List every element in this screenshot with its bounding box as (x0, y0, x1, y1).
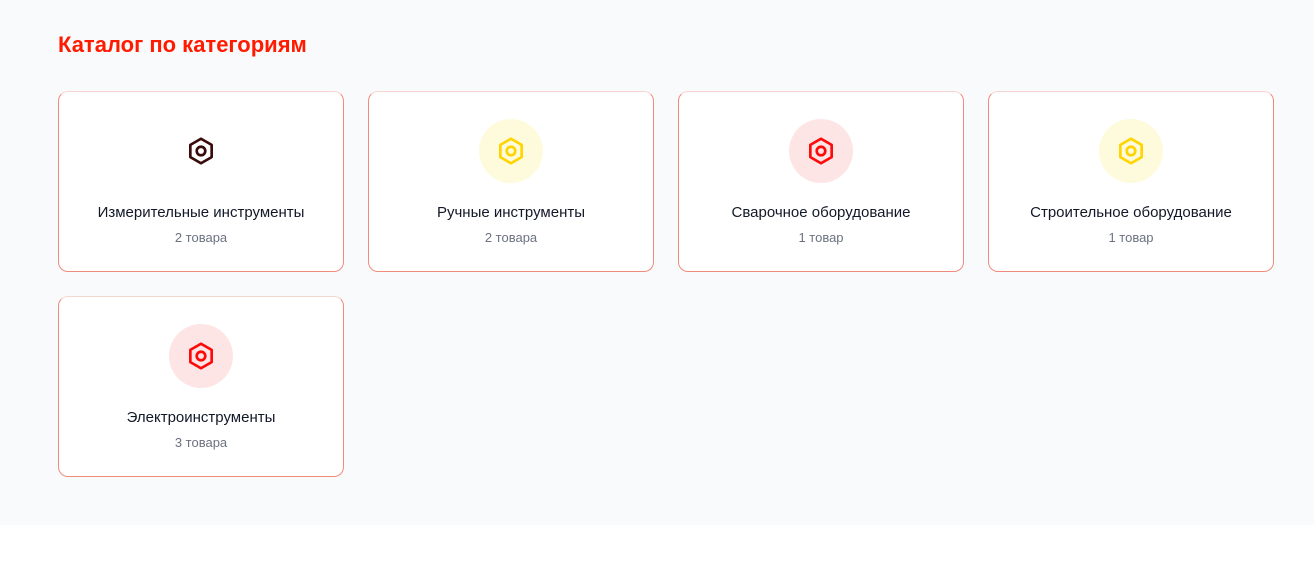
catalog-section: Каталог по категориям Измерительные инст… (0, 0, 1314, 525)
category-grid: Измерительные инструменты 2 товара Ручны… (58, 91, 1274, 477)
category-icon-badge (169, 119, 233, 183)
hex-nut-icon (499, 137, 523, 165)
category-name: Строительное оборудование (1030, 204, 1232, 221)
category-count: 1 товар (798, 230, 844, 245)
category-count: 2 товара (174, 230, 228, 245)
category-icon-badge (169, 324, 233, 388)
category-card-power-tools[interactable]: Электроинструменты 3 товара (58, 296, 344, 477)
category-card-hand-tools[interactable]: Ручные инструменты 2 товара (368, 91, 654, 272)
category-count: 2 товара (484, 230, 538, 245)
category-name: Ручные инструменты (436, 204, 586, 221)
category-icon-badge (789, 119, 853, 183)
hex-nut-icon (189, 137, 213, 165)
section-title: Каталог по категориям (58, 32, 307, 57)
category-card-measuring-tools[interactable]: Измерительные инструменты 2 товара (58, 91, 344, 272)
category-card-welding-equipment[interactable]: Сварочное оборудование 1 товар (678, 91, 964, 272)
hex-nut-icon (189, 342, 213, 370)
hex-nut-icon (1119, 137, 1143, 165)
category-name: Электроинструменты (126, 409, 276, 426)
category-icon-badge (479, 119, 543, 183)
category-name: Измерительные инструменты (97, 204, 305, 221)
category-icon-badge (1099, 119, 1163, 183)
category-count: 3 товара (174, 435, 228, 450)
category-card-construction-equipment[interactable]: Строительное оборудование 1 товар (988, 91, 1274, 272)
hex-nut-icon (809, 137, 833, 165)
category-name: Сварочное оборудование (731, 204, 911, 221)
category-count: 1 товар (1108, 230, 1154, 245)
